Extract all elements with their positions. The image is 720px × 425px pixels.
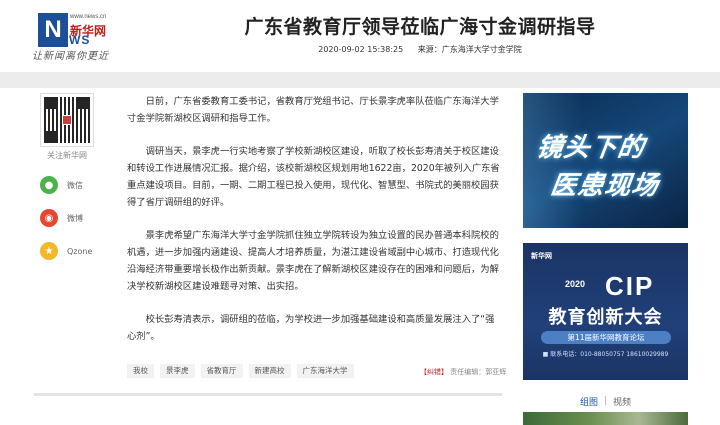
article-paragraph: 景李虎希望广东海洋大学寸金学院抓住独立学院转设为独立设置的民办普通本科院校的机遇… xyxy=(127,230,499,292)
tag-link[interactable]: 省教育厅 xyxy=(200,364,243,378)
top-divider-bar xyxy=(0,72,720,88)
publish-datetime: 2020-09-02 15:38:25 xyxy=(318,45,404,54)
ad2-title: 教育创新大会 xyxy=(548,307,663,328)
ad-banner-doctor-patient[interactable]: 镜头下的 医患现场 xyxy=(523,93,688,228)
article-paragraph: 调研当天，景李虎一行实地考察了学校新湖校区建设，听取了校长彭寿清关于校区建设和转… xyxy=(127,146,500,208)
ad1-line1: 镜头下的 xyxy=(534,133,647,163)
site-header: N www.news.cn 新华网 WS 让新闻离你更近 广东省教育厅领导莅临广… xyxy=(0,0,720,72)
tag-link[interactable]: 我校 xyxy=(127,364,154,378)
logo-n-mark: N xyxy=(38,13,68,47)
wechat-icon: ● xyxy=(40,176,58,194)
article-paragraph: 校长彭寿清表示，调研组的莅临，为学校进一步加强基础建设和高质量发展注入了“强心剂… xyxy=(127,314,495,342)
share-qzone-button[interactable]: ★ Qzone xyxy=(36,242,98,260)
article-source: 来源：广东海洋大学寸金学院 xyxy=(417,45,522,54)
logo-url: www.news.cn xyxy=(70,14,107,20)
share-wechat-button[interactable]: ● 微信 xyxy=(36,176,98,194)
share-qzone-label: Qzone xyxy=(67,246,93,256)
content-divider xyxy=(34,393,502,396)
logo-english: WS xyxy=(69,33,91,47)
article-meta: 2020-09-02 15:38:25 来源：广东海洋大学寸金学院 xyxy=(240,44,600,55)
share-wechat-label: 微信 xyxy=(67,180,83,190)
xinhuanet-logo[interactable]: N www.news.cn 新华网 WS xyxy=(38,13,108,47)
ad-banner-education-conference[interactable]: 新华网 2020 CIP 教育创新大会 第11届新华网教育论坛 ■ 联系电话：0… xyxy=(523,243,688,380)
tag-link[interactable]: 新建高校 xyxy=(248,364,291,378)
media-tabs: 组图 | 视频 xyxy=(523,393,688,409)
tab-video[interactable]: 视频 xyxy=(613,395,631,408)
article-paragraph: 日前，广东省委教育工委书记，省教育厅党组书记、厅长景李虎率队莅临广东海洋大学寸金… xyxy=(127,96,499,124)
share-weibo-button[interactable]: ◉ 微博 xyxy=(36,209,98,227)
weibo-icon: ◉ xyxy=(40,209,58,227)
qr-pattern xyxy=(44,97,90,143)
share-weibo-label: 微博 xyxy=(67,213,83,223)
ad1-line2: 医患现场 xyxy=(548,171,661,201)
editor-name: 责任编辑：郭亚辉 xyxy=(450,368,507,376)
article-body: 日前，广东省委教育工委书记，省教育厅党组书记、厅长景李虎率队莅临广东海洋大学寸金… xyxy=(127,93,502,361)
qr-center-logo xyxy=(62,115,72,125)
qzone-icon: ★ xyxy=(40,242,58,260)
ad2-cip: CIP xyxy=(605,271,655,301)
tag-link[interactable]: 广东海洋大学 xyxy=(296,364,354,378)
tab-photos[interactable]: 组图 xyxy=(580,395,598,408)
editor-info: 【纠错】 责任编辑：郭亚辉 xyxy=(420,367,506,377)
report-error-link[interactable]: 【纠错】 xyxy=(420,368,448,376)
tab-separator: | xyxy=(603,396,608,406)
article-tags: 我校 景李虎 省教育厅 新建高校 广东海洋大学 xyxy=(127,364,354,378)
qr-code xyxy=(40,93,94,147)
site-slogan: 让新闻离你更近 xyxy=(32,51,109,62)
ad2-forum: 第11届新华网教育论坛 xyxy=(541,331,671,344)
share-panel: 关注新华网 ● 微信 ◉ 微博 ★ Qzone xyxy=(36,93,98,260)
page-title: 广东省教育厅领导莅临广海寸金调研指导 xyxy=(244,16,596,38)
ad2-logo: 新华网 xyxy=(531,253,552,260)
qr-label: 关注新华网 xyxy=(47,151,87,160)
ad2-year: 2020 xyxy=(565,279,586,289)
tag-link[interactable]: 景李虎 xyxy=(160,364,195,378)
media-thumbnail[interactable] xyxy=(523,412,688,425)
ad2-contact: ■ 联系电话：010-88050757 18610029989 xyxy=(542,351,669,358)
